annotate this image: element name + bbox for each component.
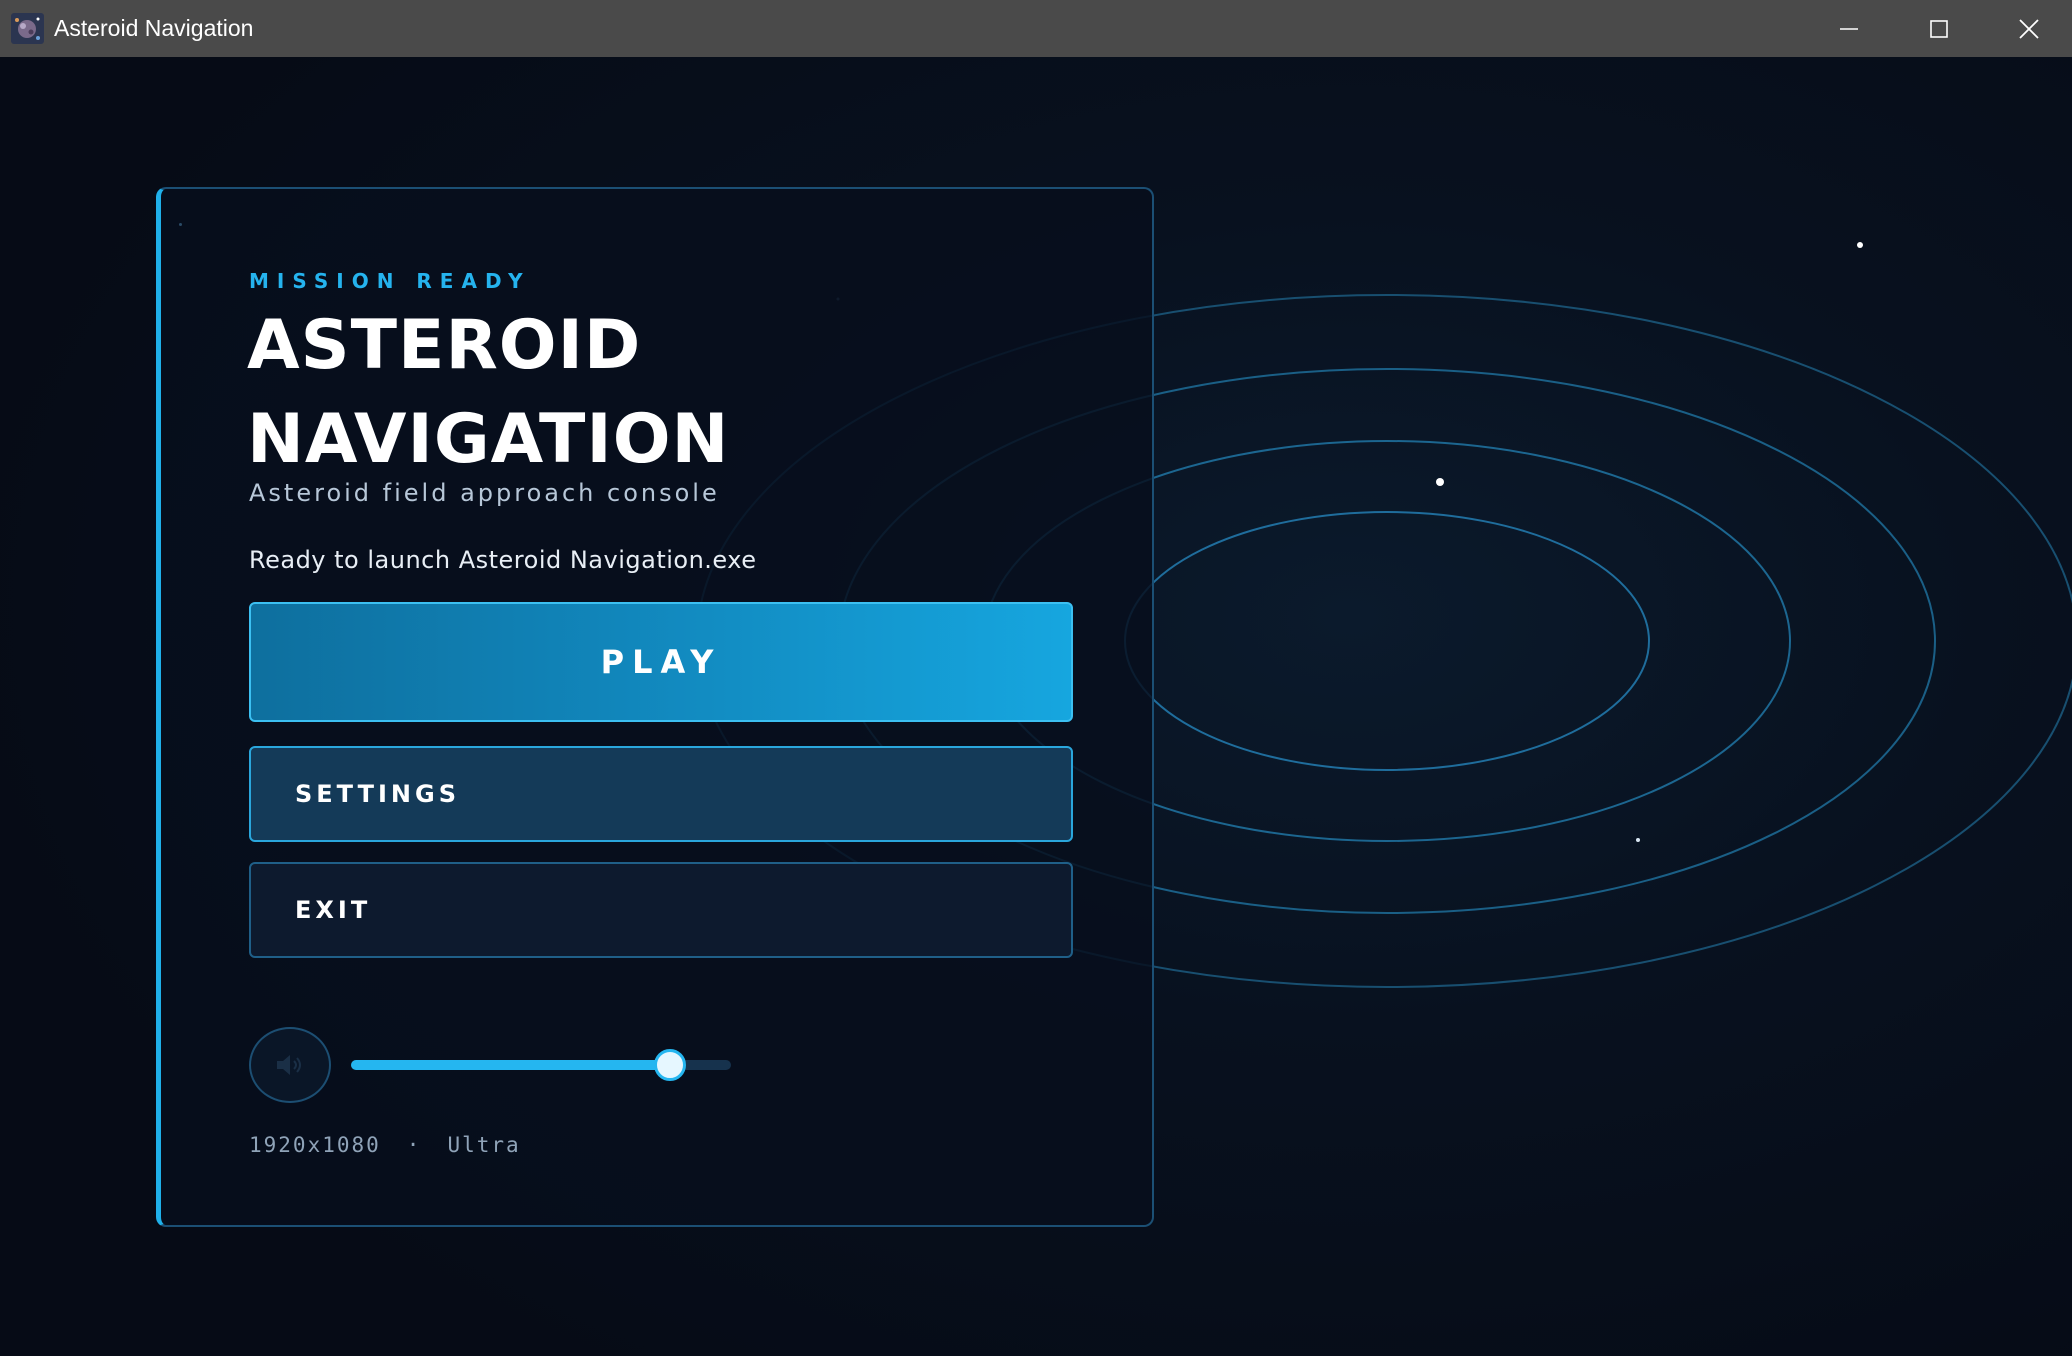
mission-status-label: MISSION READY: [249, 269, 531, 293]
info-separator: ·: [406, 1133, 422, 1157]
game-title: ASTEROID NAVIGATION: [247, 306, 730, 479]
play-button[interactable]: PLAY: [249, 602, 1073, 722]
close-icon: [2019, 18, 2039, 39]
game-window: Asteroid Navigation MISSION READY ASTERO…: [0, 0, 2072, 1356]
display-info: 1920x1080 · Ultra: [249, 1133, 521, 1157]
asteroid-app-icon: [11, 13, 44, 44]
star: [1436, 478, 1444, 486]
orbit-ring: [1124, 511, 1650, 771]
settings-button[interactable]: SETTINGS: [249, 746, 1073, 842]
launch-status-text: Ready to launch Asteroid Navigation.exe: [249, 546, 757, 574]
close-button[interactable]: [1984, 0, 2072, 57]
title-bar[interactable]: Asteroid Navigation: [0, 0, 2072, 57]
game-viewport: MISSION READY ASTEROID NAVIGATION Astero…: [0, 57, 2072, 1356]
star: [1857, 242, 1863, 248]
exit-button[interactable]: EXIT: [249, 862, 1073, 958]
minimize-button[interactable]: [1804, 0, 1894, 57]
main-menu-panel: MISSION READY ASTEROID NAVIGATION Astero…: [156, 187, 1154, 1227]
star: [1636, 838, 1640, 842]
panel-decor-dot: [179, 223, 182, 226]
volume-slider-fill: [351, 1060, 671, 1070]
window-title: Asteroid Navigation: [54, 15, 254, 41]
speaker-icon: [277, 1055, 301, 1075]
minimize-icon: [1840, 27, 1858, 30]
maximize-button[interactable]: [1894, 0, 1984, 57]
mute-button[interactable]: [249, 1027, 331, 1103]
maximize-icon: [1930, 19, 1948, 38]
volume-slider[interactable]: [351, 1049, 731, 1081]
quality-text: Ultra: [447, 1133, 521, 1157]
volume-slider-thumb[interactable]: [654, 1049, 687, 1081]
resolution-text: 1920x1080: [249, 1133, 381, 1157]
game-subtitle: Asteroid field approach console: [249, 479, 720, 507]
